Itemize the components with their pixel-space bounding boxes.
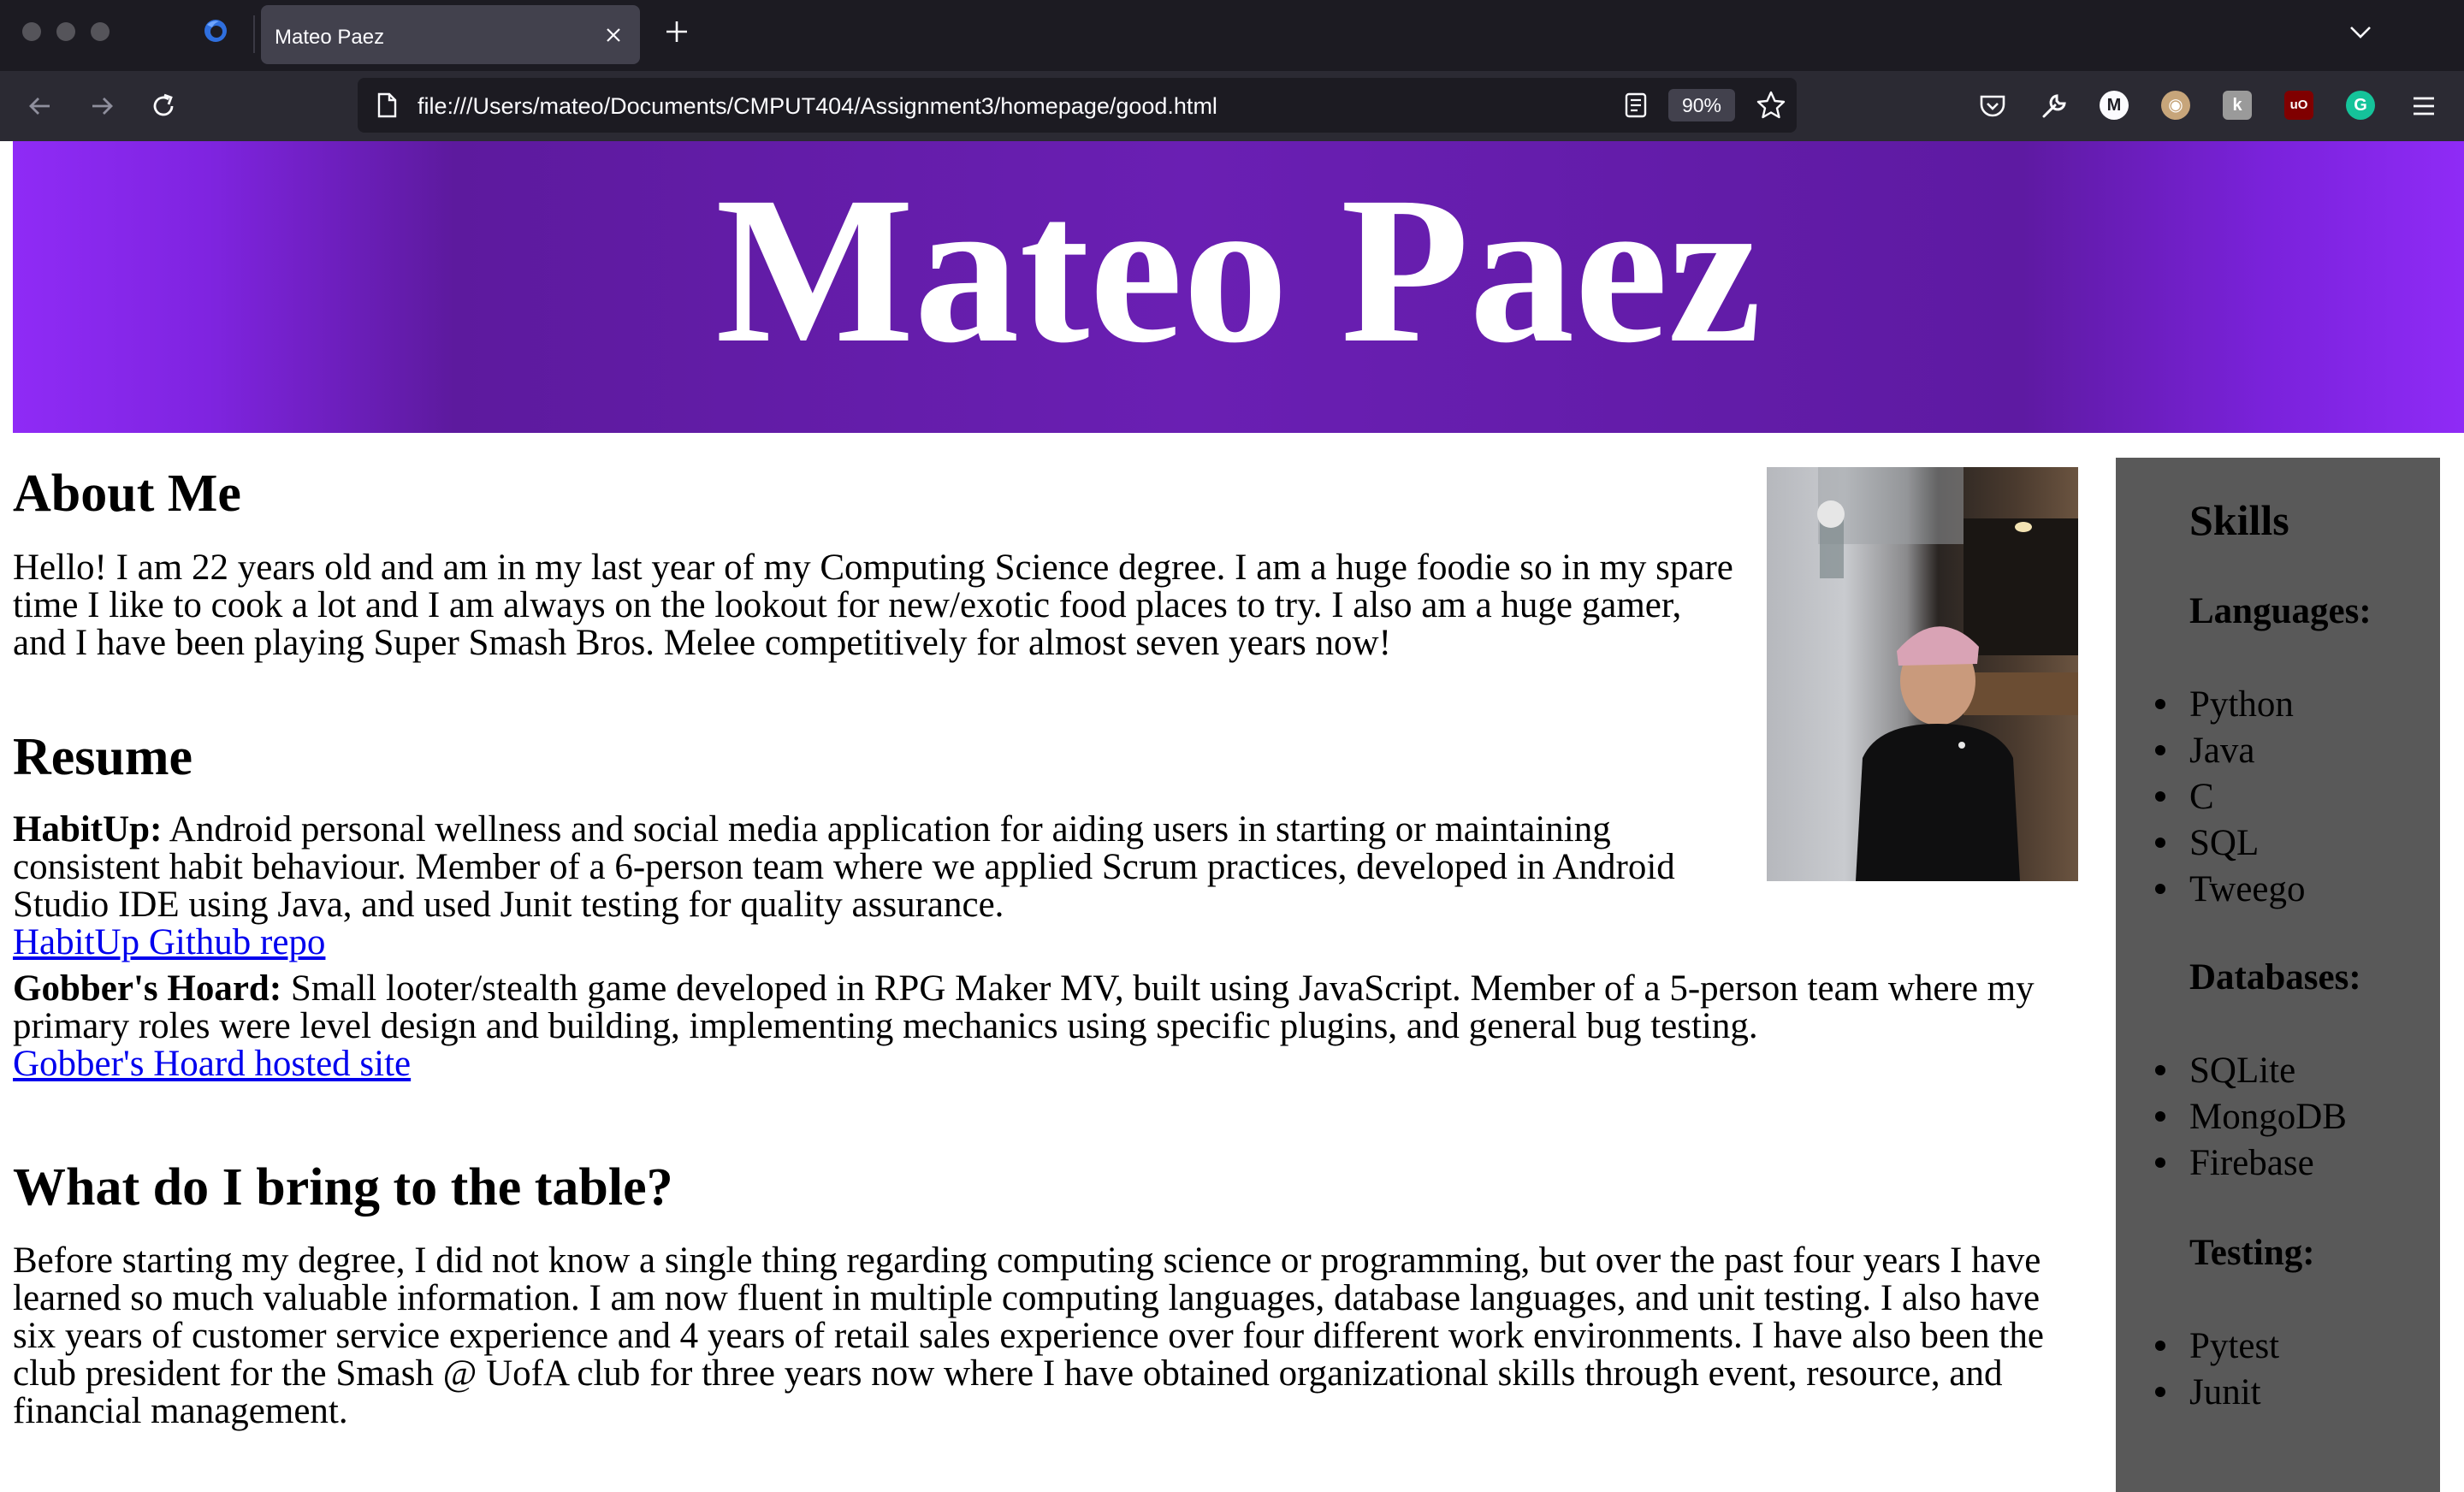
list-item: C xyxy=(2155,774,2306,820)
chevron-down-icon[interactable] xyxy=(2348,22,2372,41)
about-paragraph: Hello! I am 22 years old and am in my la… xyxy=(13,549,1733,662)
about-line: Hello! I am 22 years old and am in my la… xyxy=(13,548,1733,588)
extension-m-icon[interactable]: M xyxy=(2100,91,2129,120)
habitup-repo-link[interactable]: HabitUp Github repo xyxy=(13,922,325,962)
ublock-origin-icon[interactable]: uO xyxy=(2284,91,2313,120)
person-photo-icon xyxy=(1817,467,2078,881)
about-heading: About Me xyxy=(13,465,241,523)
pocket-icon[interactable] xyxy=(1976,90,2009,122)
browser-tab-bar: Mateo Paez xyxy=(0,0,2464,71)
profile-photo xyxy=(1767,467,2078,881)
project-line: Small looter/stealth game developed in R… xyxy=(281,968,2035,1009)
gobbers-hoard-site-link[interactable]: Gobber's Hoard hosted site xyxy=(13,1044,411,1084)
project-line: consistent habit behaviour. Member of a … xyxy=(13,847,1675,887)
testing-heading: Testing: xyxy=(2189,1233,2315,1273)
bring-heading: What do I bring to the table? xyxy=(13,1158,673,1217)
databases-list: SQLite MongoDB Firebase xyxy=(2155,1048,2347,1187)
tab-mateo-paez[interactable]: Mateo Paez xyxy=(261,5,640,64)
list-item: MongoDB xyxy=(2155,1094,2347,1140)
project-line: Studio IDE using Java, and used Junit te… xyxy=(13,885,1004,925)
tab-separator xyxy=(253,15,255,53)
skills-sidebar: Skills Languages: Python Java C SQL Twee… xyxy=(2116,458,2440,1492)
list-item: Junit xyxy=(2154,1370,2279,1416)
list-item: Java xyxy=(2155,728,2306,774)
extension-owl-icon[interactable]: ◉ xyxy=(2161,91,2190,120)
project-line: primary roles were level design and buil… xyxy=(13,1006,1758,1046)
project-habitup: HabitUp: Android personal wellness and s… xyxy=(13,811,1675,962)
list-item: Firebase xyxy=(2155,1140,2347,1187)
bring-paragraph: Before starting my degree, I did not kno… xyxy=(13,1242,2044,1430)
bring-line: Before starting my degree, I did not kno… xyxy=(13,1240,2041,1281)
list-item: Pytest xyxy=(2154,1323,2279,1370)
bring-line: six years of customer service experience… xyxy=(13,1316,2044,1356)
project-name: HabitUp: xyxy=(13,809,163,850)
languages-list: Python Java C SQL Tweego xyxy=(2155,682,2306,913)
grammarly-icon[interactable]: G xyxy=(2346,91,2375,120)
bring-line: club president for the Smash @ UofA club… xyxy=(13,1353,2003,1394)
close-window-dot[interactable] xyxy=(22,22,41,41)
new-tab-icon[interactable] xyxy=(664,19,690,44)
list-item: SQLite xyxy=(2155,1048,2347,1094)
wrench-icon[interactable] xyxy=(2038,90,2070,122)
url-bar[interactable]: file:///Users/mateo/Documents/CMPUT404/A… xyxy=(358,78,1797,133)
firefox-view-icon[interactable] xyxy=(202,17,229,44)
testing-list: Pytest Junit xyxy=(2154,1323,2279,1416)
header-banner: Mateo Paez xyxy=(13,141,2464,433)
bring-line: financial management. xyxy=(13,1391,348,1431)
reload-icon[interactable] xyxy=(147,90,180,122)
zoom-level-badge[interactable]: 90% xyxy=(1668,89,1735,121)
list-item: Tweego xyxy=(2155,867,2306,913)
extension-k-icon[interactable]: k xyxy=(2223,91,2252,120)
skills-heading: Skills xyxy=(2189,496,2289,544)
url-text[interactable]: file:///Users/mateo/Documents/CMPUT404/A… xyxy=(418,93,1217,120)
browser-navigation-bar: file:///Users/mateo/Documents/CMPUT404/A… xyxy=(0,71,2464,141)
page-icon xyxy=(377,92,397,118)
languages-heading: Languages: xyxy=(2189,591,2372,631)
web-page: Mateo Paez About Me Hello! I am 22 years… xyxy=(0,141,2464,1492)
close-tab-icon[interactable] xyxy=(604,26,623,44)
list-item: Python xyxy=(2155,682,2306,728)
project-line: Android personal wellness and social med… xyxy=(162,809,1611,850)
databases-heading: Databases: xyxy=(2189,957,2361,998)
minimize-window-dot[interactable] xyxy=(56,22,75,41)
project-gobbers-hoard: Gobber's Hoard: Small looter/stealth gam… xyxy=(13,970,2035,1083)
zoom-window-dot[interactable] xyxy=(91,22,110,41)
bookmark-star-icon[interactable] xyxy=(1756,90,1786,121)
tab-title: Mateo Paez xyxy=(275,26,385,49)
list-item: SQL xyxy=(2155,820,2306,867)
page-title: Mateo Paez xyxy=(715,154,1762,387)
about-line: time I like to cook a lot and I am alway… xyxy=(13,585,1682,625)
project-name: Gobber's Hoard: xyxy=(13,968,282,1009)
bring-line: learned so much valuable information. I … xyxy=(13,1278,2040,1318)
forward-arrow-icon[interactable] xyxy=(86,90,118,122)
back-arrow-icon[interactable] xyxy=(24,90,56,122)
about-line: and I have been playing Super Smash Bros… xyxy=(13,623,1391,663)
hamburger-menu-icon[interactable] xyxy=(2408,90,2440,122)
reader-view-icon[interactable] xyxy=(1622,92,1650,119)
resume-heading: Resume xyxy=(13,728,193,786)
